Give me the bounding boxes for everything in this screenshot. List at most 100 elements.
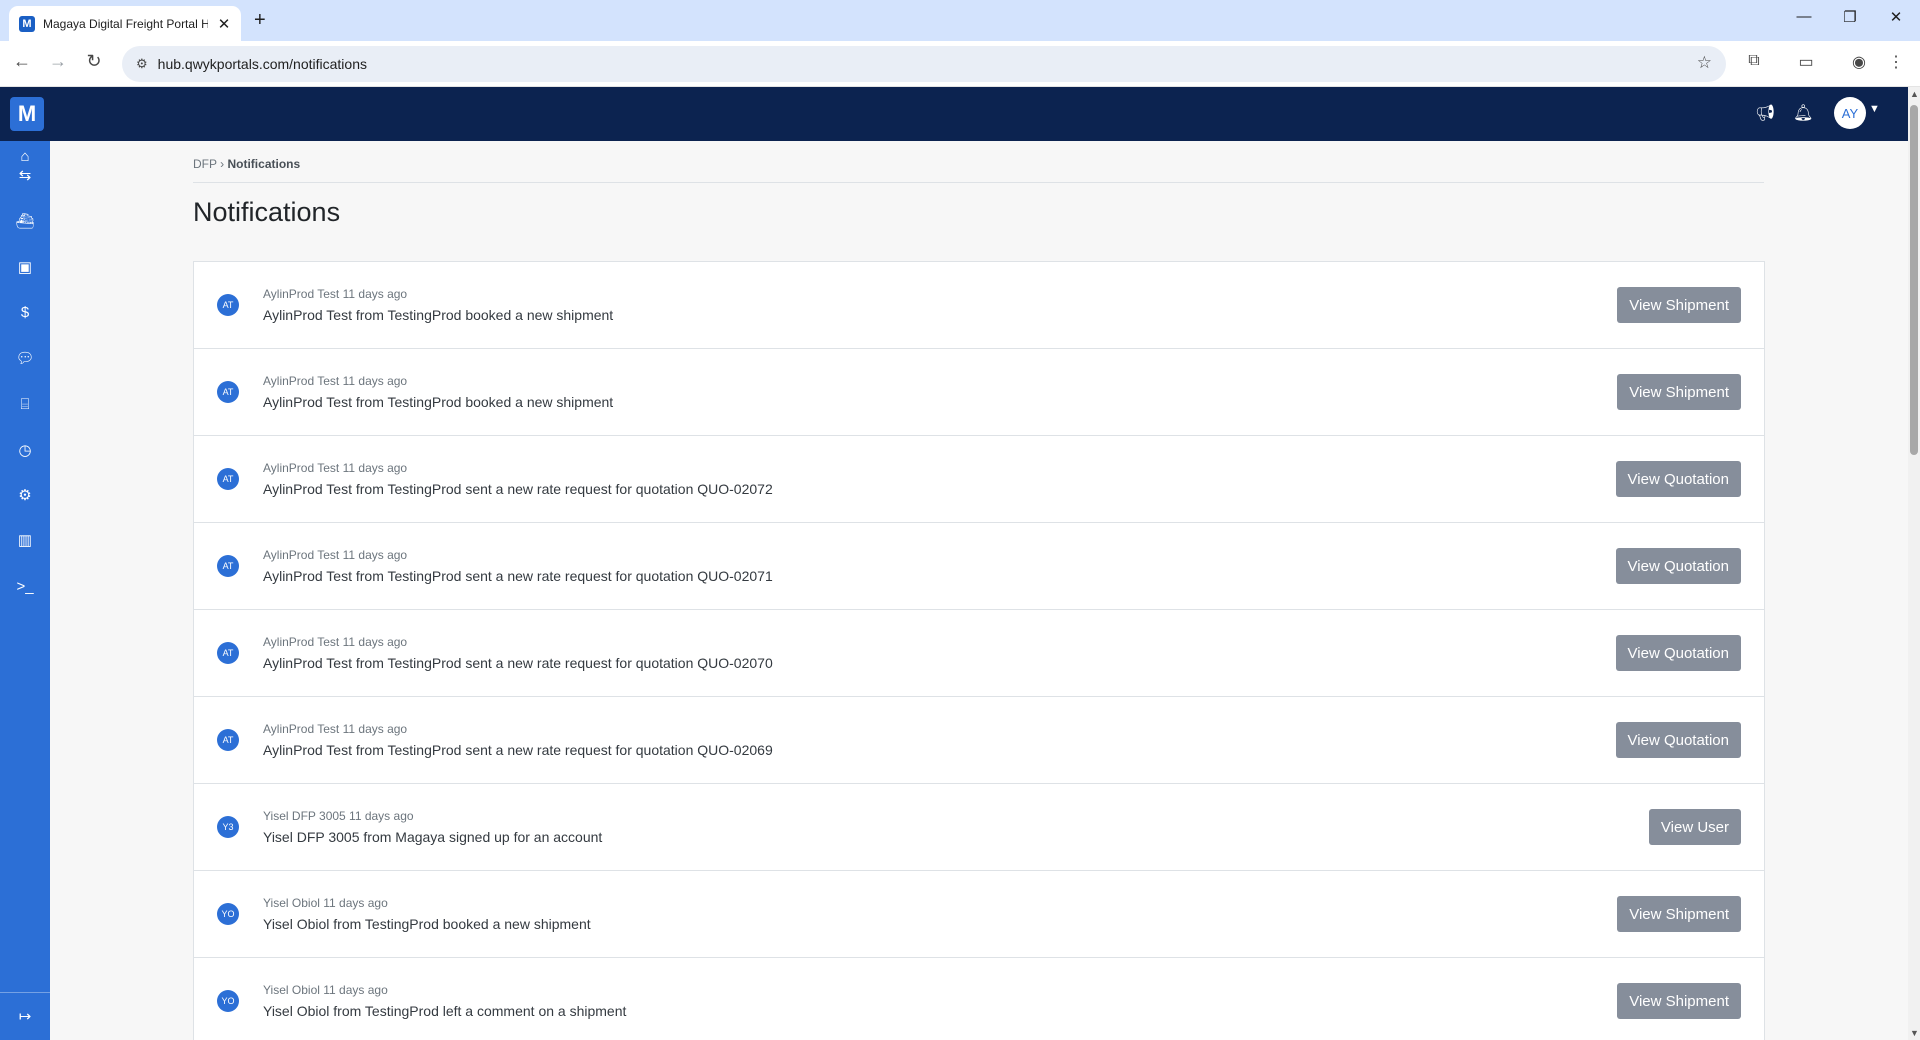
inventory-icon: ▣ <box>17 259 33 276</box>
scroll-thumb[interactable] <box>1910 105 1918 455</box>
back-icon[interactable]: ← <box>10 51 34 72</box>
chevron-down-icon[interactable]: ▼ <box>1869 103 1880 115</box>
notification-item: AT AylinProd Test 11 days ago AylinProd … <box>194 436 1764 523</box>
notification-meta: AylinProd Test 11 days ago <box>263 635 408 649</box>
notification-message: Yisel Obiol from TestingProd left a comm… <box>263 1003 627 1019</box>
view-shipment-button[interactable]: View Shipment <box>1617 983 1741 1019</box>
menu-icon[interactable]: ⋮ <box>1885 52 1907 72</box>
extensions-icon[interactable]: ⧉ <box>1743 52 1765 70</box>
sidebar-item-settings[interactable]: ⚙ <box>0 480 50 510</box>
notification-message: AylinProd Test from TestingProd sent a n… <box>263 568 773 584</box>
view-shipment-button[interactable]: View Shipment <box>1617 374 1741 410</box>
view-user-button[interactable]: View User <box>1648 809 1741 845</box>
close-window-icon[interactable]: ✕ <box>1876 8 1916 26</box>
url-text[interactable]: hub.qwykportals.com/notifications <box>158 56 367 72</box>
notification-item: Y3 Yisel DFP 3005 11 days ago Yisel DFP … <box>194 784 1764 871</box>
view-quotation-button[interactable]: View Quotation <box>1615 722 1741 758</box>
clock-icon: ◷ <box>18 442 32 459</box>
minimize-icon[interactable]: — <box>1784 8 1824 25</box>
avatar: Y3 <box>217 816 239 838</box>
settings-icon: ⚙ <box>18 487 32 504</box>
page-title: Notifications <box>193 197 341 227</box>
view-quotation-button[interactable]: View Quotation <box>1615 548 1741 584</box>
sidebar-item-terminal[interactable]: >_ <box>0 571 50 601</box>
sidebar-item-comments[interactable]: 💬︎ <box>0 343 50 373</box>
bell-icon[interactable]: 🔔︎ <box>1793 103 1813 123</box>
avatar: AT <box>217 729 239 751</box>
scroll-down-icon[interactable]: ▼ <box>1910 1028 1919 1038</box>
browser-tab[interactable]: M Magaya Digital Freight Portal H ✕ <box>9 6 241 41</box>
tab-title: Magaya Digital Freight Portal H <box>43 16 208 31</box>
notification-meta: Yisel Obiol 11 days ago <box>263 896 388 910</box>
close-tab-icon[interactable]: ✕ <box>215 15 233 33</box>
terminal-icon: >_ <box>16 577 34 595</box>
profile-icon[interactable]: ◉ <box>1848 52 1870 72</box>
warehouse-icon: ⌸ <box>20 395 30 413</box>
notification-meta: AylinProd Test 11 days ago <box>263 722 408 736</box>
sidebar-divider <box>0 992 50 993</box>
notification-message: Yisel Obiol from TestingProd booked a ne… <box>263 916 591 932</box>
view-shipment-button[interactable]: View Shipment <box>1617 287 1741 323</box>
avatar: AT <box>217 294 239 316</box>
sidebar-collapse-button[interactable]: ↦ <box>0 1001 50 1031</box>
restore-icon[interactable]: ❐ <box>1830 8 1870 26</box>
notification-item: YO Yisel Obiol 11 days ago Yisel Obiol f… <box>194 871 1764 958</box>
sidebar-item-shipments[interactable]: ⇆ <box>0 160 50 190</box>
view-shipment-button[interactable]: View Shipment <box>1617 896 1741 932</box>
notification-meta: Yisel Obiol 11 days ago <box>263 983 388 997</box>
notification-item: AT AylinProd Test 11 days ago AylinProd … <box>194 349 1764 436</box>
library-icon: ▥ <box>17 532 33 549</box>
notification-list: AT AylinProd Test 11 days ago AylinProd … <box>193 261 1765 1040</box>
notification-message: AylinProd Test from TestingProd sent a n… <box>263 742 773 758</box>
browser-tab-bar: M Magaya Digital Freight Portal H ✕ + — … <box>0 0 1920 41</box>
notification-message: AylinProd Test from TestingProd sent a n… <box>263 481 773 497</box>
browser-toolbar: ← → ↻ ⚙ hub.qwykportals.com/notification… <box>0 41 1920 87</box>
announcements-icon[interactable]: 📢︎ <box>1755 103 1775 123</box>
comments-icon: 💬︎ <box>15 350 35 367</box>
avatar: AT <box>217 555 239 577</box>
scroll-up-icon[interactable]: ▲ <box>1910 89 1919 99</box>
breadcrumb-divider <box>193 182 1764 183</box>
bookmark-star-icon[interactable]: ☆ <box>1697 53 1712 73</box>
cargo-icon: ⛴ <box>15 213 35 230</box>
sidebar-item-cargo[interactable]: ⛴ <box>0 206 50 236</box>
view-quotation-button[interactable]: View Quotation <box>1615 635 1741 671</box>
breadcrumb-current: Notifications <box>227 157 301 171</box>
avatar: AT <box>217 381 239 403</box>
notification-meta: AylinProd Test 11 days ago <box>263 461 408 475</box>
app-logo[interactable]: M <box>10 97 44 131</box>
notification-meta: AylinProd Test 11 days ago <box>263 287 408 301</box>
avatar: YO <box>217 990 239 1012</box>
notification-item: AT AylinProd Test 11 days ago AylinProd … <box>194 523 1764 610</box>
expand-icon: ↦ <box>18 1008 32 1025</box>
new-tab-icon[interactable]: + <box>254 9 266 32</box>
avatar: AT <box>217 468 239 490</box>
sidebar: ⌂ ⇆ ⛴ ▣ $ 💬︎ ⌸ ◷ ⚙ ▥ >_ ↦ <box>0 141 50 1040</box>
notification-item: AT AylinProd Test 11 days ago AylinProd … <box>194 697 1764 784</box>
breadcrumb-root[interactable]: DFP <box>193 157 217 171</box>
notification-meta: AylinProd Test 11 days ago <box>263 548 408 562</box>
forward-icon[interactable]: → <box>46 51 70 72</box>
app-header: M 📢︎ 🔔︎ AY ▼ <box>0 87 1908 141</box>
sidebar-item-finance[interactable]: $ <box>0 297 50 327</box>
notification-message: AylinProd Test from TestingProd booked a… <box>263 307 614 323</box>
page-scrollbar[interactable]: ▲ ▼ <box>1908 87 1920 1040</box>
sidebar-item-history[interactable]: ◷ <box>0 435 50 465</box>
address-bar[interactable]: ⚙ hub.qwykportals.com/notifications ☆ <box>122 46 1726 82</box>
notification-message: Yisel DFP 3005 from Magaya signed up for… <box>263 829 603 845</box>
shipments-icon: ⇆ <box>18 167 32 184</box>
sidebar-item-warehouse[interactable]: ⌸ <box>0 389 50 419</box>
sidebar-item-inventory[interactable]: ▣ <box>0 252 50 282</box>
breadcrumb: DFP › Notifications <box>193 157 300 171</box>
breadcrumb-separator: › <box>220 157 225 171</box>
user-avatar[interactable]: AY <box>1834 97 1866 129</box>
view-quotation-button[interactable]: View Quotation <box>1615 461 1741 497</box>
reload-icon[interactable]: ↻ <box>82 51 106 72</box>
notification-item: AT AylinProd Test 11 days ago AylinProd … <box>194 262 1764 349</box>
main-content: DFP › Notifications Notifications AT Ayl… <box>50 141 1908 1040</box>
dollar-icon: $ <box>20 303 30 321</box>
tab-search-icon[interactable]: ▭ <box>1795 52 1817 72</box>
site-info-icon[interactable]: ⚙ <box>136 56 148 72</box>
avatar: AT <box>217 642 239 664</box>
sidebar-item-library[interactable]: ▥ <box>0 525 50 555</box>
